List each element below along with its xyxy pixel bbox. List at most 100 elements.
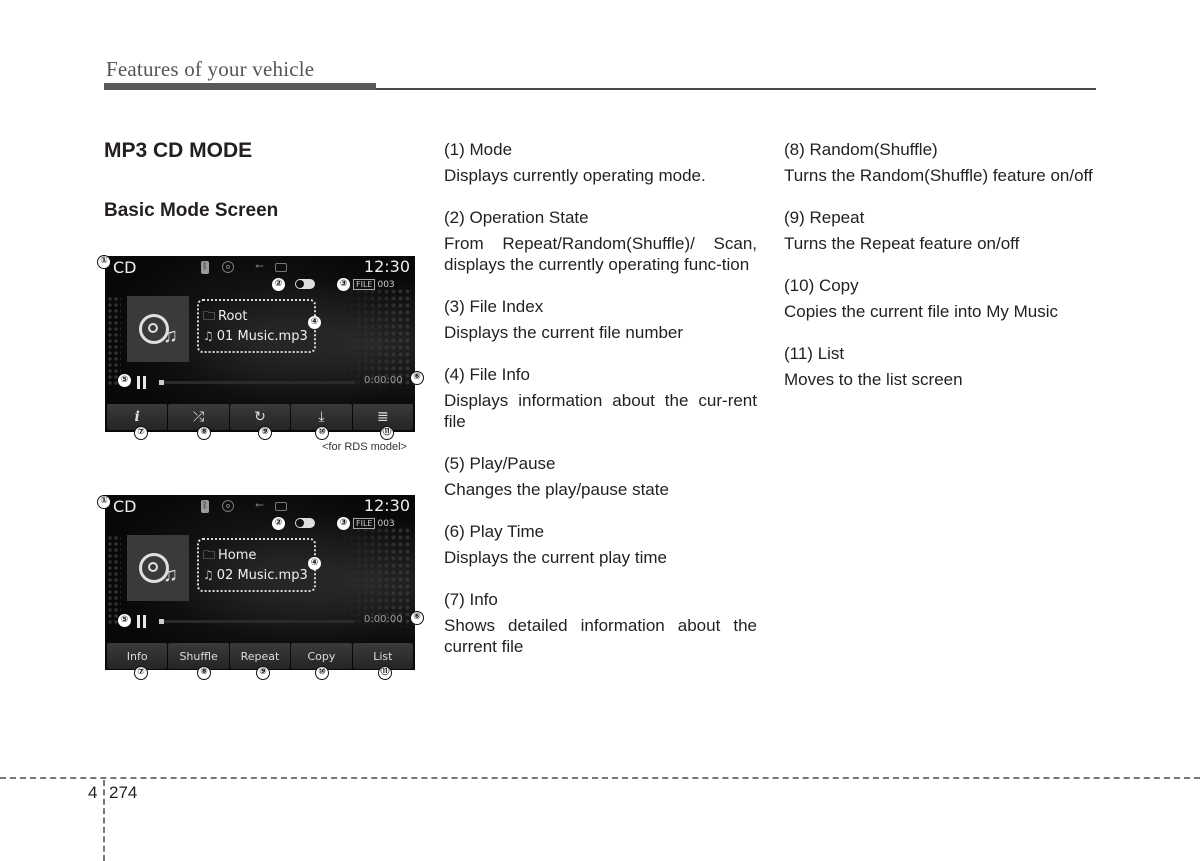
item-term: (3) File Index: [444, 297, 544, 316]
pause-icon[interactable]: [137, 615, 147, 628]
list-button[interactable]: List: [352, 643, 414, 669]
item-random-shuffle: (8) Random(Shuffle) Turns the Random(Shu…: [784, 139, 1097, 186]
folder-row: 🗀 Home: [203, 546, 256, 567]
repeat-button[interactable]: ↻: [229, 404, 291, 430]
pause-icon[interactable]: [137, 376, 147, 389]
callout-4: ④: [308, 557, 321, 570]
repeat-button[interactable]: Repeat: [229, 643, 291, 669]
mode-label: CD: [113, 258, 137, 277]
equalizer-decoration-right: [341, 288, 411, 388]
item-desc: From Repeat/Random(Shuffle)/ Scan, displ…: [444, 234, 757, 274]
disc-icon: [222, 261, 234, 273]
shuffle-button[interactable]: ⤮: [168, 404, 229, 430]
album-art: ♫: [127, 535, 189, 601]
item-term: (7) Info: [444, 590, 498, 609]
callout-5: ⑤: [118, 614, 131, 627]
item-file-index: (3) File Index Displays the current file…: [444, 296, 757, 343]
folder-row: 🗀 Root: [203, 307, 247, 328]
clock: 12:30: [363, 257, 410, 276]
header-rule-thin: [376, 88, 1096, 90]
file-index: FILE 003: [353, 279, 395, 290]
item-term: (10) Copy: [784, 276, 859, 295]
file-label: FILE: [353, 518, 376, 529]
item-mode: (1) Mode Displays currently operating mo…: [444, 139, 757, 186]
callout-6: ⑥: [410, 611, 424, 625]
page-heading: MP3 CD MODE: [104, 139, 253, 162]
item-term: (9) Repeat: [784, 208, 865, 227]
page-number: 274: [109, 783, 138, 802]
item-term: (6) Play Time: [444, 522, 545, 541]
shuffle-button[interactable]: Shuffle: [168, 643, 229, 669]
item-repeat: (9) Repeat Turns the Repeat feature on/o…: [784, 207, 1097, 254]
callout-11: ⑪: [378, 666, 392, 680]
item-term: (8) Random(Shuffle): [784, 140, 938, 159]
callout-9: ⑨: [256, 666, 270, 680]
info-icon: i: [134, 409, 140, 425]
callout-10: ⑩: [315, 666, 329, 680]
button-row: i ⤮ ↻ ⤓ ≣: [107, 404, 414, 430]
track-row: ♫ 01 Music.mp3: [203, 329, 308, 344]
item-operation-state: (2) Operation State From Repeat/Random(S…: [444, 207, 757, 275]
callout-2: ②: [272, 278, 285, 291]
callout-1: ①: [97, 495, 111, 509]
file-number: 003: [377, 280, 395, 290]
equalizer-decoration-right: [341, 527, 411, 627]
play-time: 0:00:00: [364, 375, 403, 386]
button-row: Info Shuffle Repeat Copy List: [107, 643, 414, 669]
ipod-icon: [275, 263, 287, 272]
progress-handle[interactable]: [159, 380, 164, 385]
track-name: 02 Music.mp3: [216, 568, 308, 583]
item-info: (7) Info Shows detailed information abou…: [444, 589, 757, 657]
status-bar: CD ᛒ ⭠ 12:30: [105, 495, 415, 517]
item-term: (5) Play/Pause: [444, 454, 556, 473]
item-term: (11) List: [784, 344, 845, 363]
file-number: 003: [377, 519, 395, 529]
item-play-pause: (5) Play/Pause Changes the play/pause st…: [444, 453, 757, 500]
callout-8: ⑧: [197, 666, 211, 680]
item-desc: Changes the play/pause state: [444, 480, 669, 499]
item-copy: (10) Copy Copies the current file into M…: [784, 275, 1097, 322]
bluetooth-icon: ᛒ: [201, 261, 209, 274]
track-row: ♫ 02 Music.mp3: [203, 568, 308, 583]
callout-11: ⑪: [380, 426, 394, 440]
item-desc: Turns the Repeat feature on/off: [784, 234, 1020, 253]
shuffle-icon: ⤮: [193, 409, 205, 425]
screen-figure-rds: CD ᛒ ⭠ 12:30 FILE 003 ♫ 🗀 Root ♫ 01 Music.m…: [105, 256, 415, 432]
play-time: 0:00:00: [364, 614, 403, 625]
music-note-icon: ♫: [203, 329, 214, 343]
item-desc: Turns the Random(Shuffle) feature on/off: [784, 166, 1093, 185]
item-play-time: (6) Play Time Displays the current play …: [444, 521, 757, 568]
progress-bar[interactable]: [159, 380, 355, 385]
item-term: (1) Mode: [444, 140, 513, 159]
info-button[interactable]: Info: [107, 643, 168, 669]
folder-name: Home: [218, 548, 257, 563]
item-desc: Displays currently operating mode.: [444, 166, 706, 185]
bluetooth-icon: ᛒ: [201, 500, 209, 513]
callout-3: ③: [337, 278, 350, 291]
progress-bar[interactable]: [159, 619, 355, 624]
item-desc: Moves to the list screen: [784, 370, 963, 389]
copy-icon: ⤓: [318, 409, 325, 425]
item-file-info: (4) File Info Displays information about…: [444, 364, 757, 432]
chapter-number: 4: [88, 783, 98, 802]
callout-2: ②: [272, 517, 285, 530]
music-note-icon: ♫: [163, 564, 178, 586]
callout-9: ⑨: [258, 426, 272, 440]
item-term: (4) File Info: [444, 365, 530, 384]
music-note-icon: ♫: [163, 325, 178, 347]
folder-icon: 🗀: [203, 548, 216, 562]
callout-6: ⑥: [410, 371, 424, 385]
callout-8: ⑧: [197, 426, 211, 440]
file-index: FILE 003: [353, 518, 395, 529]
item-desc: Copies the current file into My Music: [784, 302, 1058, 321]
repeat-icon: ↻: [254, 409, 266, 425]
clock: 12:30: [363, 496, 410, 515]
item-term: (2) Operation State: [444, 208, 589, 227]
subheading: Basic Mode Screen: [104, 200, 279, 221]
progress-handle[interactable]: [159, 619, 164, 624]
footer-rule: [0, 777, 1200, 779]
album-art: ♫: [127, 296, 189, 362]
item-desc: Displays information about the cur-rent …: [444, 391, 757, 431]
callout-1: ①: [97, 255, 111, 269]
callout-4: ④: [308, 316, 321, 329]
